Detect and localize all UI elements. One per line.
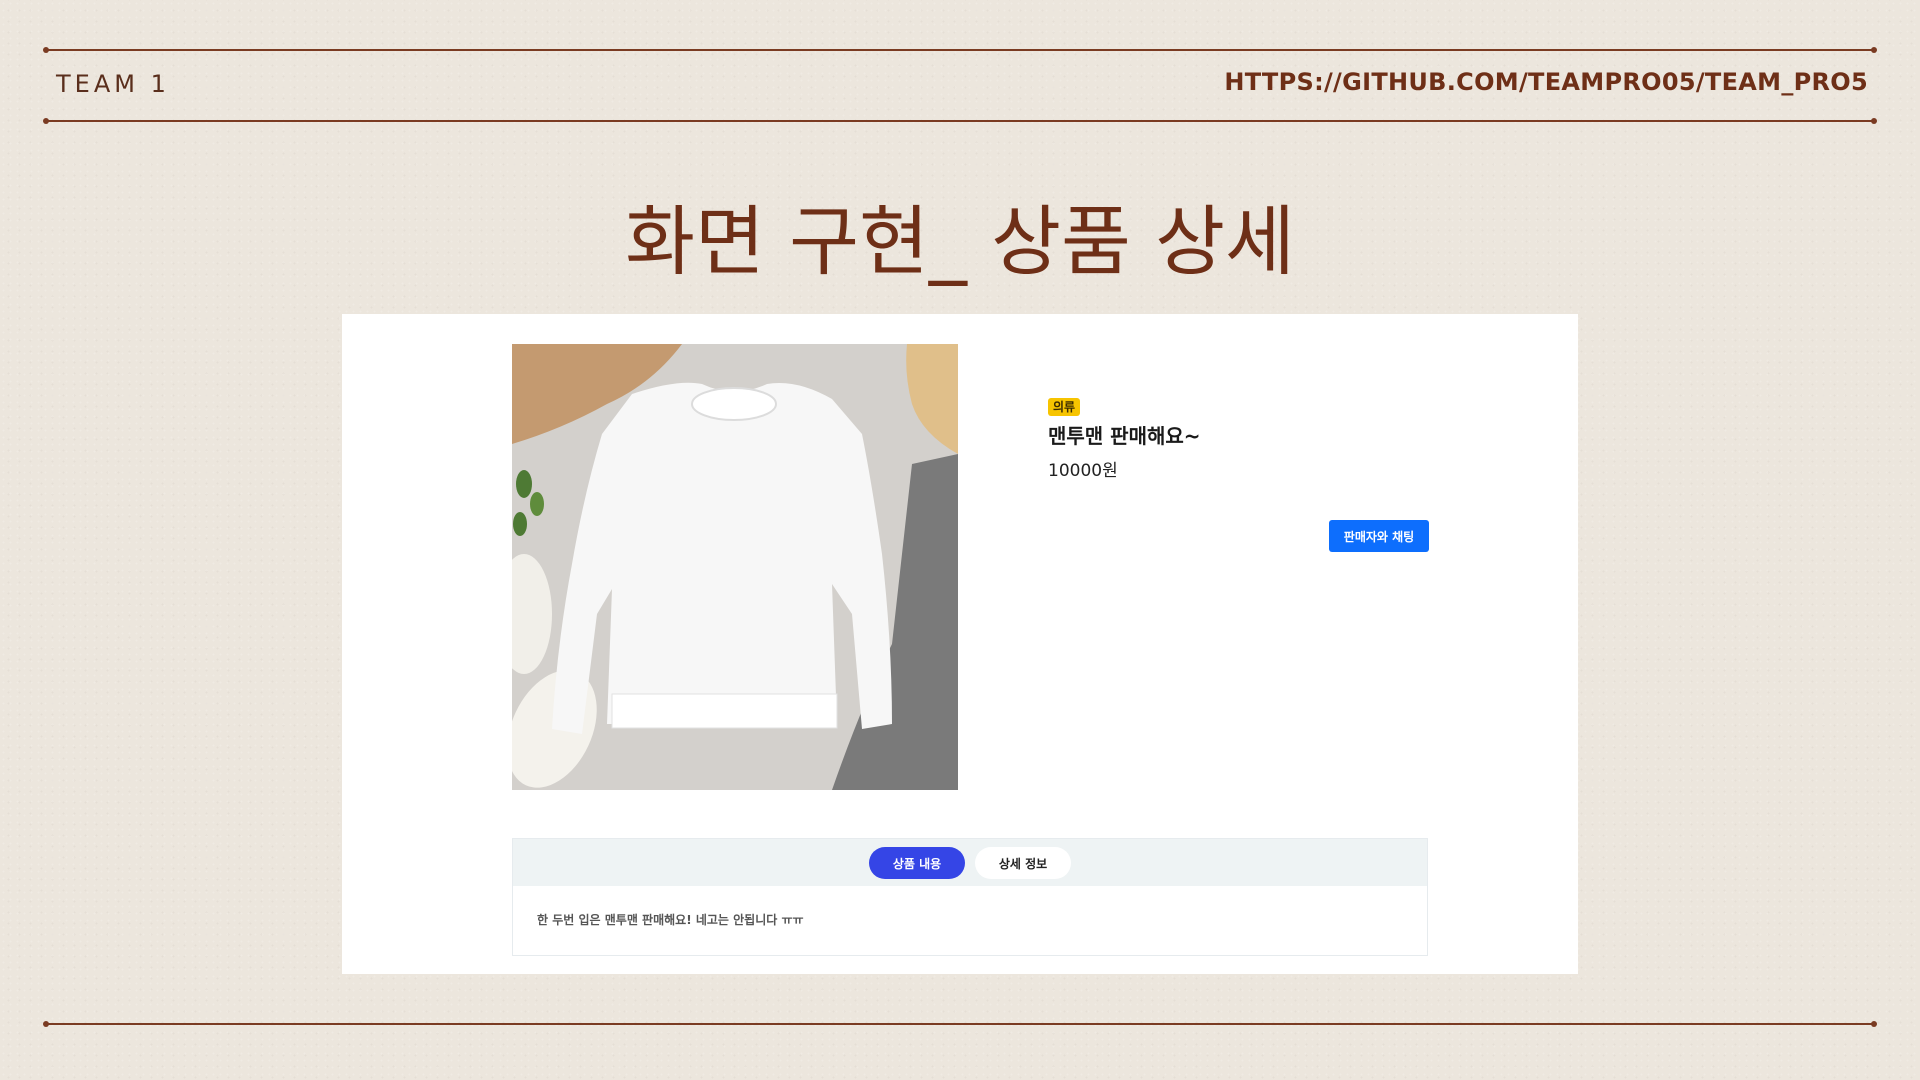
team-label: TEAM 1 <box>56 70 170 98</box>
product-image <box>512 344 958 790</box>
product-detail-screenshot: 의류 맨투맨 판매해요~ 10000원 판매자와 채팅 상품 내용 상세 정보 … <box>342 314 1578 974</box>
tab-bar: 상품 내용 상세 정보 <box>513 839 1427 886</box>
repo-url: HTTPS://GITHUB.COM/TEAMPRO05/TEAM_PRO5 <box>1224 68 1868 96</box>
top-divider <box>43 47 1877 53</box>
category-badge: 의류 <box>1048 398 1081 416</box>
slide-title: 화면 구현_ 상품 상세 <box>625 197 1295 286</box>
tab-product-content[interactable]: 상품 내용 <box>869 847 965 879</box>
tab-detail-info[interactable]: 상세 정보 <box>975 847 1071 879</box>
bottom-divider <box>43 1021 1877 1027</box>
detail-panel: 상품 내용 상세 정보 한 두번 입은 맨투맨 판매해요! 네고는 안됩니다 ㅠ… <box>512 838 1428 956</box>
product-description: 한 두번 입은 맨투맨 판매해요! 네고는 안됩니다 ㅠㅠ <box>537 913 804 927</box>
chat-with-seller-button[interactable]: 판매자와 채팅 <box>1329 520 1429 552</box>
product-price: 10000원 <box>1048 461 1118 481</box>
sweatshirt-photo <box>512 344 958 790</box>
header-divider <box>43 118 1877 124</box>
product-title: 맨투맨 판매해요~ <box>1048 424 1201 448</box>
